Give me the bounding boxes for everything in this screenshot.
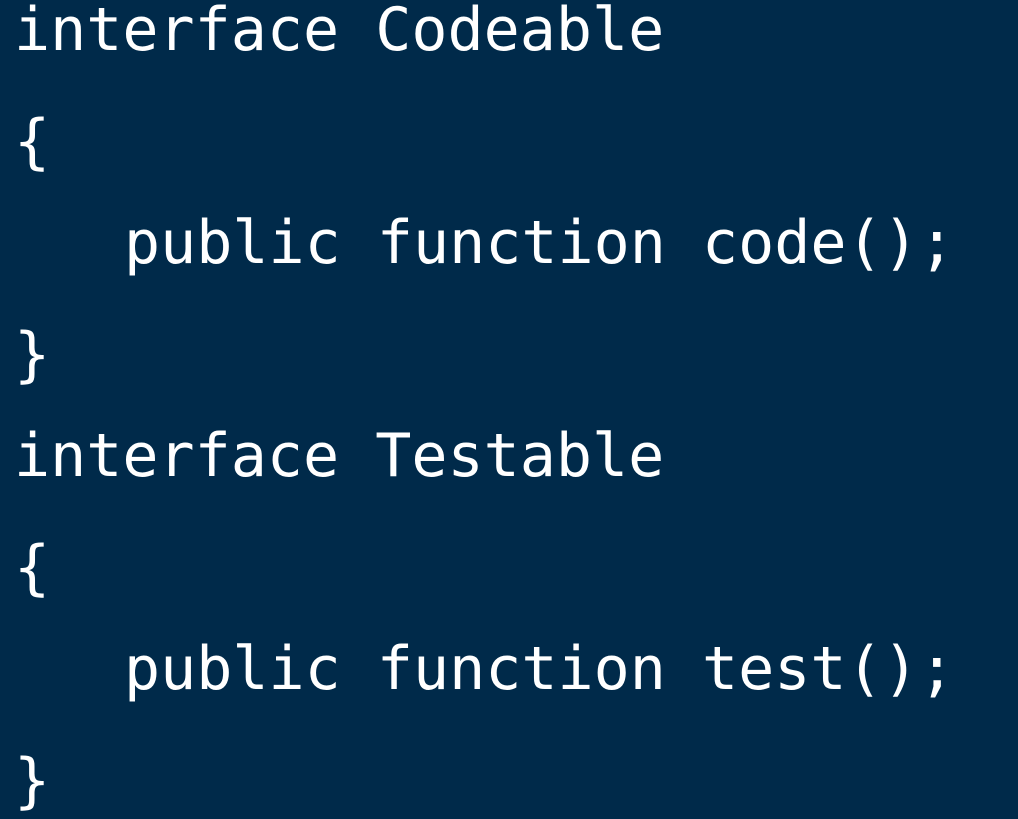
code-line-public-function-test: public function test(); bbox=[124, 634, 955, 704]
code-line-interface-testable: interface Testable bbox=[14, 421, 665, 491]
code-line-close-brace: } bbox=[14, 746, 51, 816]
code-line-open-brace: { bbox=[14, 107, 51, 177]
code-line-interface-codeable: interface Codeable bbox=[14, 0, 665, 65]
code-line-open-brace: { bbox=[14, 533, 51, 603]
code-line-close-brace: } bbox=[14, 320, 51, 390]
code-line-public-function-code: public function code(); bbox=[124, 208, 955, 278]
code-view: interface Codeable { public function cod… bbox=[0, 0, 1018, 819]
